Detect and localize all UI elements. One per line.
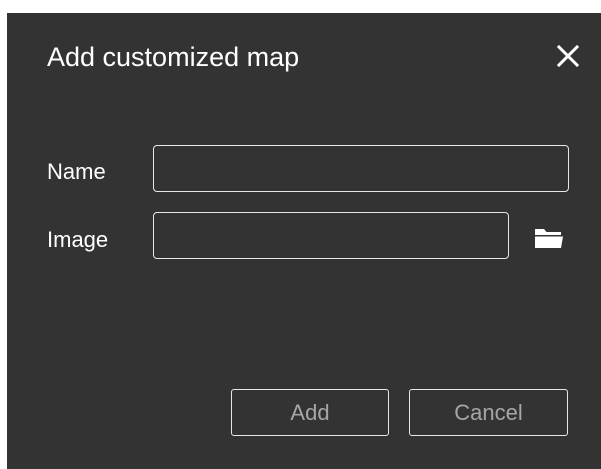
close-button[interactable] bbox=[555, 43, 583, 71]
folder-icon bbox=[535, 229, 563, 248]
close-icon bbox=[556, 44, 580, 68]
add-map-dialog: Add customized map Name Image Add Cancel bbox=[7, 13, 601, 469]
cancel-button[interactable]: Cancel bbox=[409, 389, 568, 436]
browse-image-button[interactable] bbox=[533, 227, 565, 249]
image-label: Image bbox=[47, 227, 109, 252]
add-button[interactable]: Add bbox=[231, 389, 389, 436]
name-label: Name bbox=[47, 159, 106, 184]
dialog-title: Add customized map bbox=[47, 42, 300, 72]
image-path-input[interactable] bbox=[153, 212, 509, 259]
name-input[interactable] bbox=[153, 145, 569, 192]
